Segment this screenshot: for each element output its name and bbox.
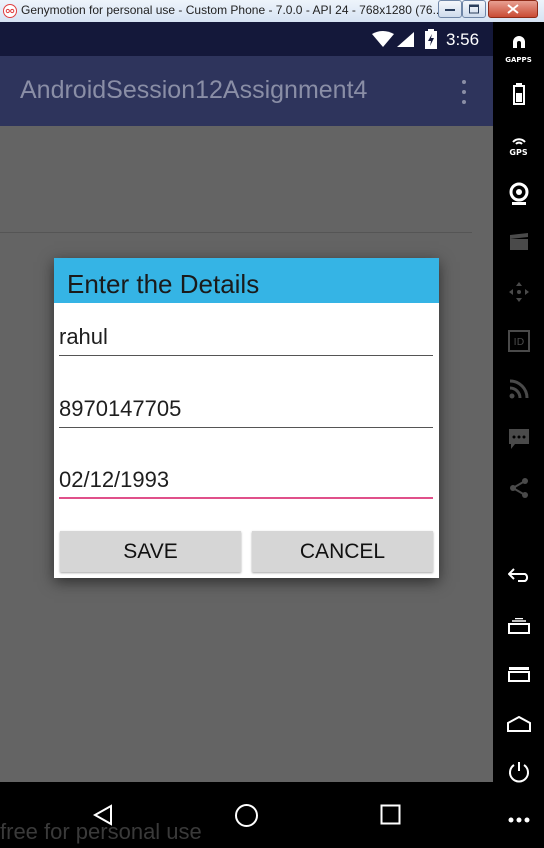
recent-apps-icon (507, 618, 530, 634)
gps-button[interactable]: GPS (493, 126, 544, 166)
phone-field-underline (59, 427, 433, 428)
battery-icon (512, 83, 525, 105)
phone-field[interactable]: 8970147705 (59, 384, 433, 428)
camera-icon (509, 182, 528, 205)
gapps-icon (512, 36, 525, 48)
battery-button[interactable] (493, 74, 544, 114)
android-status-bar: 3:56 (0, 22, 493, 56)
date-field-value: 02/12/1993 (59, 467, 170, 492)
phone-field-value: 8970147705 (59, 396, 182, 421)
name-field-value: rahul (59, 324, 108, 349)
window-title: Genymotion for personal use - Custom Pho… (21, 3, 441, 17)
overflow-menu-icon[interactable] (456, 78, 472, 106)
gapps-button[interactable]: GAPPS (493, 28, 544, 68)
back-button[interactable] (493, 555, 544, 595)
id-icon: ID (507, 330, 530, 352)
date-field-underline (59, 497, 433, 499)
camera-button[interactable] (493, 174, 544, 214)
gps-icon (511, 138, 526, 145)
home-icon (506, 716, 531, 732)
device-screen: 3:56 AndroidSession12Assignment4 Enter t… (0, 22, 493, 782)
date-field[interactable]: 02/12/1993 (59, 455, 433, 499)
power-icon (508, 762, 529, 783)
name-field[interactable]: rahul (59, 312, 433, 356)
home-button[interactable] (493, 704, 544, 744)
rss-button[interactable] (493, 369, 544, 409)
dialog-header: Enter the Details (54, 258, 439, 303)
genymotion-toolbar: GAPPS GPS ID (493, 22, 544, 848)
rss-icon (509, 379, 528, 399)
gps-label: GPS (509, 148, 528, 157)
genymotion-logo-icon (3, 4, 17, 18)
name-field-underline (59, 355, 433, 356)
recent-apps-button[interactable] (493, 606, 544, 646)
status-time: 3:56 (446, 30, 480, 49)
save-button[interactable]: SAVE (60, 531, 241, 572)
watermark-text: free for personal use (0, 819, 202, 844)
menu-icon (507, 667, 530, 682)
dialog-title: Enter the Details (67, 269, 260, 299)
share-icon (509, 478, 528, 498)
cell-signal-icon (397, 32, 414, 47)
gapps-label: GAPPS (505, 56, 532, 64)
details-dialog: Enter the Details rahul 8970147705 02/12… (54, 258, 439, 578)
window-titlebar: Genymotion for personal use - Custom Pho… (0, 0, 544, 23)
power-button[interactable] (493, 752, 544, 792)
sms-icon (508, 429, 529, 449)
close-button[interactable] (488, 0, 538, 18)
app-title: AndroidSession12Assignment4 (20, 76, 368, 104)
nav-home-icon[interactable] (234, 803, 259, 828)
more-button[interactable] (493, 800, 544, 840)
menu-button[interactable] (493, 654, 544, 694)
video-icon (509, 233, 528, 250)
sms-button[interactable] (493, 419, 544, 459)
content-divider (0, 232, 472, 233)
close-icon (507, 4, 519, 14)
maximize-icon (469, 4, 479, 14)
minimize-button[interactable] (438, 0, 462, 18)
maximize-button[interactable] (462, 0, 486, 18)
cancel-button[interactable]: CANCEL (252, 531, 433, 572)
id-button[interactable]: ID (493, 321, 544, 361)
dpad-icon (508, 282, 529, 302)
app-toolbar: AndroidSession12Assignment4 (0, 56, 493, 126)
back-icon (507, 568, 528, 582)
minimize-icon (445, 9, 455, 11)
svg-text:ID: ID (513, 337, 524, 348)
more-icon (508, 817, 529, 823)
android-nav-bar: free for personal use (0, 782, 493, 848)
share-button[interactable] (493, 468, 544, 508)
video-button[interactable] (493, 222, 544, 262)
wifi-icon (372, 31, 394, 47)
dpad-button[interactable] (493, 272, 544, 312)
battery-charging-icon (425, 29, 437, 49)
nav-recents-icon[interactable] (380, 804, 401, 825)
